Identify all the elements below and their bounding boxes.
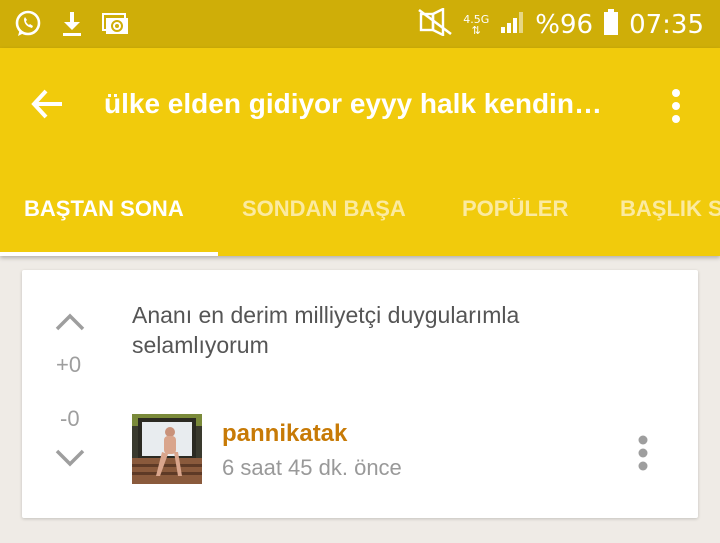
downvote-count: -0 xyxy=(60,406,80,431)
clock: 07:35 xyxy=(629,9,704,40)
download-icon xyxy=(60,10,84,43)
whatsapp-icon xyxy=(14,10,42,43)
tab-bar: BAŞTAN SONA SONDAN BAŞA POPÜLER BAŞLIK S xyxy=(0,198,720,256)
mute-icon xyxy=(417,7,453,41)
entry-timestamp: 6 saat 45 dk. önce xyxy=(222,455,402,480)
topic-title: ülke elden gidiyor eyyy halk kendin… xyxy=(104,88,602,119)
tab-sondan-basa[interactable]: SONDAN BAŞA xyxy=(242,198,406,256)
data-arrows-icon: ⇅ xyxy=(471,23,481,37)
upvote-button[interactable] xyxy=(54,310,86,334)
entry-text: Ananı en derim milliyetçi duygularımla s… xyxy=(132,302,520,358)
more-vert-icon xyxy=(638,435,648,471)
network-type: 4.5G xyxy=(463,12,490,26)
chevron-down-icon xyxy=(55,449,85,467)
downvote-button[interactable] xyxy=(54,446,86,470)
system-icons: 4.5G ⇅ %96 07:35 xyxy=(417,7,704,41)
notification-icons xyxy=(14,10,130,43)
tab-bastan-sona[interactable]: BAŞTAN SONA xyxy=(24,198,184,256)
entry-card: +0 -0 Ananı en derim milliyetçi duygular… xyxy=(22,270,698,518)
back-arrow-icon xyxy=(31,89,62,119)
entry-more-button[interactable] xyxy=(634,434,652,474)
signal-icon xyxy=(499,9,525,40)
app-bar: ülke elden gidiyor eyyy halk kendin… BAŞ… xyxy=(0,48,720,256)
author-name[interactable]: pannikatak xyxy=(222,420,347,448)
upvote-count: +0 xyxy=(56,352,82,377)
more-vert-icon xyxy=(672,89,680,123)
status-bar: 4.5G ⇅ %96 07:35 xyxy=(0,0,720,48)
chevron-up-icon xyxy=(55,313,85,331)
overflow-menu-button[interactable] xyxy=(662,86,690,126)
tab-baslik[interactable]: BAŞLIK S xyxy=(620,198,720,256)
back-button[interactable] xyxy=(28,84,68,124)
tab-populer[interactable]: POPÜLER xyxy=(462,198,568,256)
author-avatar[interactable] xyxy=(132,414,202,484)
network-indicator: 4.5G ⇅ xyxy=(463,14,489,36)
battery-icon xyxy=(603,8,619,41)
battery-percent: %96 xyxy=(535,9,594,40)
email-icon xyxy=(102,10,130,43)
active-tab-indicator xyxy=(0,252,218,256)
